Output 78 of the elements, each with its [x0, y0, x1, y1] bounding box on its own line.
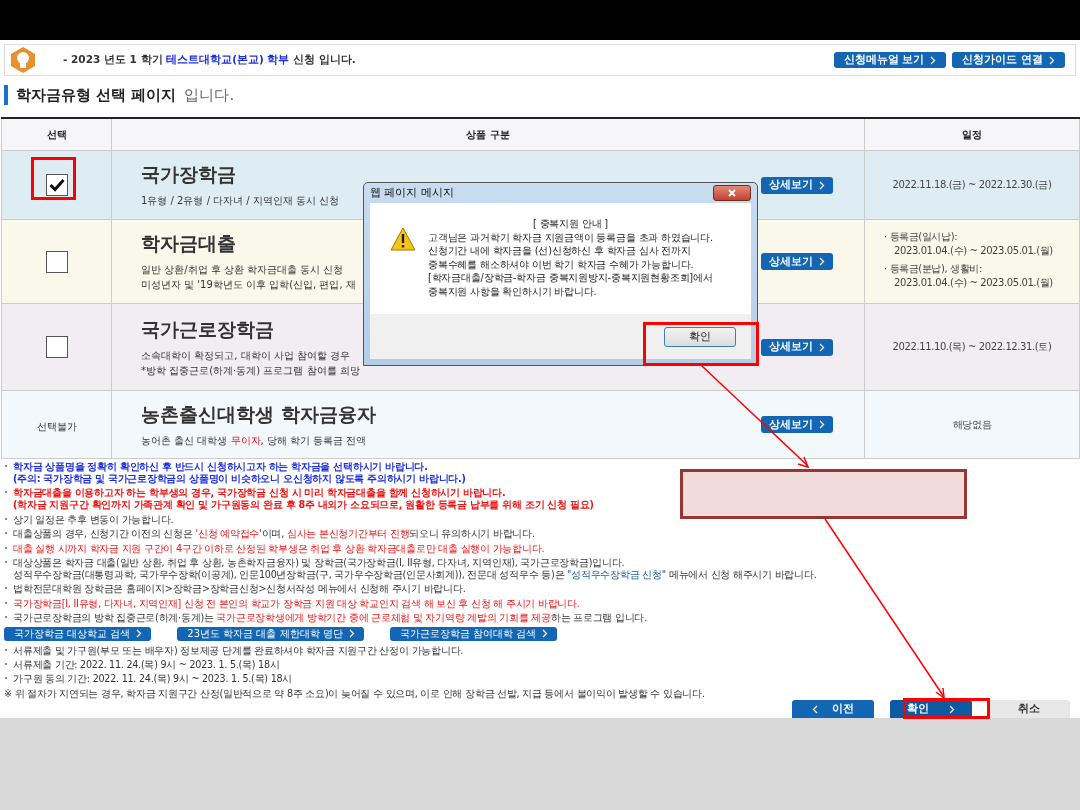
product-description: *방학 집중근로(하계·동계) 프로그램 참여를 희망: [141, 363, 360, 378]
note-text: 가구원 동의 기간: 2022. 11. 24.(목) 9시 ~ 2023. 1. 5.(목) 18시: [13, 673, 293, 686]
product-name: 농촌출신대학생 학자금융자: [141, 401, 376, 427]
chevron-icon: [136, 629, 143, 638]
highlight-frame: [31, 157, 76, 200]
guide-button[interactable]: 신청가이드 연결: [952, 52, 1065, 68]
product-description: 소속대학이 확정되고, 대학이 사업 참여할 경우: [141, 348, 351, 363]
dialog-message: 중복지원 사항을 확인하시기 바랍니다.: [428, 284, 598, 298]
semester-notice: - 2023 년도 1 학기 테스트대학교(본교) 학부 신청 입니다.: [63, 53, 357, 67]
dialog-ok-button[interactable]: 확인: [664, 326, 736, 347]
chevron-icon: [348, 629, 355, 638]
column-header: 상품 구분: [111, 118, 865, 151]
page-title: 학자금유형 선택 페이지: [16, 85, 177, 105]
details-button[interactable]: 상세보기: [761, 416, 833, 433]
chevron-icon: [930, 55, 937, 65]
chevron-icon: [819, 257, 825, 266]
dialog-message: [학자금대출/장학금-학자금 중복지원방지-중복지원현황조회]에서: [428, 271, 713, 285]
column-header: 선택: [1, 118, 112, 151]
note-text: (주의: 국가장학금 및 국가근로장학금의 상품명이 비슷하오니 오신청하지 않도록 주의하시기 바랍니다.): [13, 473, 466, 485]
note-text: (학자금 지원구간 확인까지 가족관계 확인 및 가구원동의 완료 후 8주 내외가 소요되므로, 원활한 등록금 납부를 위해 조기 신청 필요): [13, 499, 594, 512]
cancel-button[interactable]: 취소: [988, 700, 1070, 718]
note-text: 상기 일정은 추후 변동이 가능합니다.: [13, 513, 174, 526]
details-button[interactable]: 상세보기: [761, 253, 833, 270]
note-text: 대출 실행 시까지 학자금 지원 구간이 4구간 이하로 산정된 학부생은 취업 후 상환 학자금대출로만 대출 실행이 가능합니다.: [13, 542, 545, 555]
dialog-message: 고객님은 과거학기 학자금 지원금액이 등록금을 초과 하였습니다.: [428, 230, 713, 244]
chevron-left-icon: [812, 704, 818, 714]
note-text: 학자금대출을 이용하고자 하는 학부생의 경우, 국가장학금 신청 시 미리 학자금대출을 함께 신청하시기 바랍니다.: [13, 487, 507, 500]
product-description: 농어촌 출신 대학생 무이자, 당해 학기 등록금 전액: [141, 433, 367, 448]
chevron-icon: [819, 342, 825, 352]
dialog-message: 중복수혜를 해소하셔야 이번 학기 학자금 수혜가 가능합니다.: [428, 257, 695, 271]
schedule-dates: 2022.11.10.(목) ~ 2022.12.31.(토): [892, 340, 1052, 354]
unavailable-label: 선택불가: [36, 421, 77, 432]
note-text: 서류제출 기간: 2022. 11. 24.(목) 9시 ~ 2023. 1. 5.(목) 18시: [13, 658, 280, 671]
note-text: 대상상품은 학자금 대출(일반 상환, 취업 후 상환, 농촌학자금융자) 및 장학금(국가장학금(I, II유형, 다자녀, 지역인재), 국가근로장학금)입니다.: [13, 556, 626, 569]
link-button[interactable]: 국가근로장학금 참여대학 검색: [389, 626, 558, 641]
checkbox[interactable]: [45, 336, 68, 358]
warning-icon: [390, 227, 416, 251]
dialog-title: 웹 페이지 메시지: [370, 186, 454, 200]
column-header: 일정: [864, 118, 1080, 151]
close-icon: [728, 189, 736, 197]
dialog-heading: [ 중복지원 안내 ]: [532, 217, 609, 231]
checkbox[interactable]: [45, 174, 68, 196]
product-name: 학자금대출: [141, 231, 236, 256]
product-name: 국가근로장학금: [141, 316, 274, 342]
product-description: 미성년자 및 '19학년도 이후 입학(신입, 편입, 재: [141, 278, 356, 292]
details-button[interactable]: 상세보기: [761, 338, 833, 356]
note-text: 국가장학금[I, II유형, 다자녀, 지역인재] 신청 전 본인의 학교가 장학금 지원 대상 학교인지 검색 해 보신 후 신청 해 주시기 바랍니다.: [13, 597, 580, 610]
schedule-label: · 등록금(분납), 생활비:: [884, 261, 982, 276]
guide-button[interactable]: 신청메뉴얼 보기: [833, 52, 947, 68]
note-text: 학자금 상품명을 정확히 확인하신 후 반드시 신청하시고자 하는 학자금을 선택하시기 바랍니다.: [13, 461, 429, 473]
note-text: 성적우수장학금(대통령과학, 국가우수장학(이공계), 인문100년장학금(구, 국가우수장학금(인문사회계)), 전문대 성적우수 등)은 "성적우수장학금 신청" 메뉴에서 신청 해주시기 바랍니다.: [13, 568, 817, 581]
chevron-icon: [949, 704, 955, 714]
dialog-message: 신청기간 내에 학자금을 (선)신청하신 후 학자금 심사 전까지: [428, 244, 692, 258]
note-text: 대출상품의 경우, 신청기간 이전의 신청은 '신청 예약접수'이며, 심사는 본신청기간부터 진행되오니 유의하시기 바랍니다.: [13, 528, 535, 541]
schedule-dates: 2022.11.18.(금) ~ 2022.12.30.(금): [892, 178, 1052, 192]
page-title-suffix: 입니다.: [184, 85, 235, 105]
link-button[interactable]: 23년도 학자금 대출 제한대학 명단: [177, 626, 364, 641]
lightbulb-icon: [9, 46, 37, 74]
product-name: 국가장학금: [141, 162, 236, 187]
previous-button[interactable]: 이전: [792, 700, 874, 718]
chevron-icon: [819, 180, 825, 190]
schedule-dates: 2023.01.04.(수) ~ 2023.05.01.(월): [893, 275, 1053, 290]
product-description: 일반 상환/취업 후 상환 학자금대출 동시 신청: [141, 263, 344, 277]
checkbox[interactable]: [45, 250, 68, 273]
chevron-icon: [1049, 55, 1055, 65]
chevron-icon: [542, 629, 549, 638]
schedule-dates: 2023.01.04.(수) ~ 2023.05.01.(월): [893, 243, 1053, 258]
chevron-icon: [819, 420, 825, 429]
product-description: 1유형 / 2유형 / 다자녀 / 지역인재 동시 신청: [141, 194, 340, 208]
note-text: 국가근로장학금의 방학 집중근로(하계·동계)는 국가근로장학생에게 방학기간 중에 근로체험 및 자기역량 계발의 기회를 제공하는 프로그램 입니다.: [13, 612, 647, 625]
schedule-dates: 해당없음: [952, 417, 992, 432]
remark-text: ※ 위 절차가 지연되는 경우, 학자금 지원구간 산정(일반적으로 약 8주 소요)이 늦어질 수 있으며, 이로 인해 장학금 선발, 지급 등에서 불이익이 발생할 수 있습니다.: [4, 687, 705, 700]
note-text: 법학전문대학원 장학금은 홈페이지>장학금>장학금신청>신청서작성 메뉴에서 신청해 주시기 바랍니다.: [13, 583, 466, 596]
close-button[interactable]: [713, 185, 751, 201]
details-button[interactable]: 상세보기: [761, 176, 833, 194]
schedule-label: · 등록금(일시납):: [884, 229, 958, 244]
note-text: 서류제출 및 가구원(부모 또는 배우자) 정보제공 단계를 완료하셔야 학자금 지원구간 산정이 가능합니다.: [13, 644, 464, 657]
link-button[interactable]: 국가장학금 대상학교 검색: [4, 626, 152, 641]
